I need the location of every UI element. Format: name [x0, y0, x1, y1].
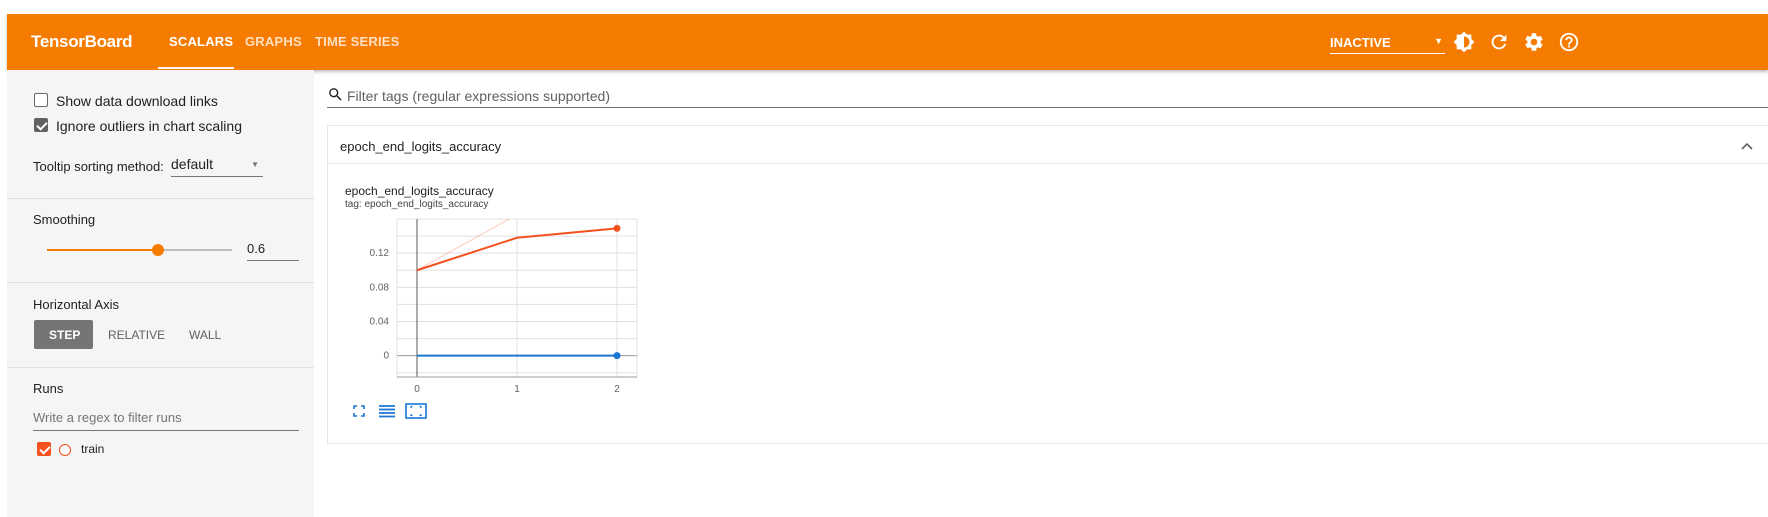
- axis-wall-label: WALL: [189, 328, 222, 342]
- tag-group-title: epoch_end_logits_accuracy: [340, 139, 502, 154]
- runs-label: Runs: [33, 381, 64, 396]
- smoothing-slider-fill: [47, 249, 158, 251]
- tab-time-series[interactable]: TIME SERIES: [315, 34, 400, 49]
- smoothing-slider[interactable]: [47, 244, 232, 256]
- smoothing-label: Smoothing: [33, 212, 96, 227]
- window-top-strip: [0, 0, 1768, 14]
- tag-filter-input[interactable]: Filter tags (regular expressions support…: [327, 85, 1768, 108]
- y-tick-label: 0: [383, 351, 389, 362]
- tooltip-sorting-value: default: [171, 156, 214, 172]
- tab-graphs[interactable]: GRAPHS: [245, 34, 302, 49]
- smoothing-slider-thumb[interactable]: [152, 244, 164, 256]
- chart-tag: tag: epoch_end_logits_accuracy: [345, 199, 489, 210]
- tag-group-header[interactable]: epoch_end_logits_accuracy: [327, 125, 1768, 164]
- settings-icon[interactable]: [1523, 31, 1545, 53]
- chevron-up-icon[interactable]: [1740, 138, 1754, 156]
- chevron-down-icon: ▼: [1434, 36, 1443, 46]
- fit-domain-icon[interactable]: [405, 403, 427, 419]
- run-train-label: train: [81, 442, 105, 456]
- search-icon: [327, 86, 344, 106]
- axis-relative-button[interactable]: RELATIVE: [101, 320, 167, 349]
- runs-filter-input[interactable]: Write a regex to filter runs: [33, 406, 299, 431]
- tab-scalars[interactable]: SCALARS: [169, 34, 233, 49]
- y-tick-label: 0.12: [370, 248, 390, 259]
- show-download-links-checkbox[interactable]: [34, 93, 48, 107]
- data-table-icon[interactable]: [378, 403, 396, 419]
- scalar-chart[interactable]: 0 0.04 0.08 0.12 0 1 2: [340, 212, 640, 397]
- smoothing-value-input[interactable]: 0.6: [247, 238, 299, 261]
- tooltip-sorting-label: Tooltip sorting method:: [33, 159, 164, 174]
- axis-step-label: STEP: [49, 328, 81, 342]
- axis-step-button[interactable]: STEP: [34, 320, 93, 349]
- brightness-icon[interactable]: [1453, 31, 1475, 53]
- fullscreen-icon[interactable]: [351, 403, 369, 419]
- refresh-icon[interactable]: [1488, 31, 1510, 53]
- chart-title: epoch_end_logits_accuracy: [345, 184, 494, 198]
- x-tick-label: 2: [614, 384, 620, 395]
- x-tick-label: 1: [514, 384, 520, 395]
- run-train-checkbox[interactable]: [37, 442, 51, 456]
- help-icon[interactable]: [1558, 31, 1580, 53]
- run-status-dropdown[interactable]: INACTIVE ▼: [1330, 33, 1445, 54]
- tooltip-sorting-select[interactable]: default ▼: [171, 156, 263, 177]
- runs-filter-placeholder: Write a regex to filter runs: [33, 410, 182, 425]
- chart-series: [416, 219, 621, 360]
- smoothing-value: 0.6: [247, 241, 266, 256]
- horizontal-axis-label: Horizontal Axis: [33, 297, 119, 312]
- app-toolbar: TensorBoard SCALARS GRAPHS TIME SERIES I…: [7, 14, 1768, 70]
- axis-wall-button[interactable]: WALL: [179, 320, 227, 349]
- divider: [7, 367, 314, 368]
- tag-filter-placeholder: Filter tags (regular expressions support…: [347, 88, 611, 104]
- show-download-links-label: Show data download links: [56, 93, 218, 109]
- ignore-outliers-checkbox[interactable]: [34, 118, 48, 132]
- series-end-point: [613, 352, 621, 360]
- axis-relative-label: RELATIVE: [108, 328, 166, 342]
- run-color-swatch[interactable]: [59, 444, 71, 456]
- y-tick-label: 0.08: [370, 282, 390, 293]
- x-tick-label: 0: [414, 384, 420, 395]
- chart-grid: [396, 218, 638, 378]
- divider: [7, 282, 314, 283]
- app-brand: TensorBoard: [31, 32, 133, 51]
- ignore-outliers-label: Ignore outliers in chart scaling: [56, 118, 242, 134]
- series-end-point: [613, 224, 621, 232]
- settings-sidebar: Show data download links Ignore outliers…: [7, 70, 314, 517]
- run-status-label: INACTIVE: [1330, 35, 1391, 50]
- y-tick-label: 0.04: [370, 316, 390, 327]
- chevron-down-icon: ▼: [251, 160, 259, 169]
- divider: [7, 198, 314, 199]
- active-tab-indicator: [158, 67, 234, 69]
